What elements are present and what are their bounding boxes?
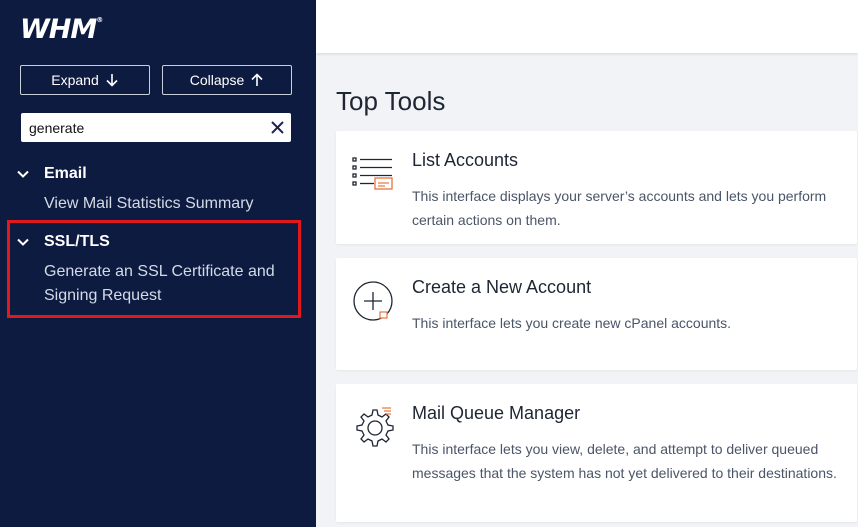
- tool-card-mail-queue-manager[interactable]: Mail Queue Manager This interface lets y…: [336, 384, 857, 522]
- arrow-down-icon: [106, 74, 118, 87]
- category-email[interactable]: Email: [16, 165, 87, 183]
- sidebar-search: [21, 113, 291, 142]
- search-input[interactable]: [21, 113, 263, 142]
- tool-description: This interface displays your server’s ac…: [412, 188, 827, 228]
- expand-button[interactable]: Expand: [20, 65, 150, 95]
- close-icon: [270, 121, 284, 134]
- nav-link-view-mail-statistics-summary[interactable]: View Mail Statistics Summary: [44, 192, 254, 216]
- create-account-icon: [353, 281, 393, 321]
- arrow-up-icon: [251, 73, 263, 86]
- nav-link-generate-ssl-certificate[interactable]: Generate an SSL Certificate and Signing …: [44, 260, 294, 308]
- tool-title: Mail Queue Manager: [412, 403, 581, 423]
- tool-card-list-accounts[interactable]: List Accounts This interface displays yo…: [336, 131, 857, 244]
- chevron-down-icon: [17, 238, 29, 246]
- tool-description: This interface lets you view, delete, an…: [412, 441, 837, 481]
- whm-logo[interactable]: WHM®: [20, 14, 103, 45]
- chevron-down-icon: [17, 170, 29, 178]
- tool-title: List Accounts: [412, 150, 519, 170]
- top-bar: [316, 0, 858, 53]
- tool-title: Create a New Account: [412, 277, 592, 297]
- mail-queue-gear-icon: [356, 407, 394, 447]
- tool-description: This interface lets you create new cPane…: [412, 315, 732, 331]
- list-accounts-icon: [352, 157, 393, 190]
- collapse-button[interactable]: Collapse: [162, 65, 292, 95]
- clear-search-button[interactable]: [263, 114, 291, 142]
- sidebar: WHM® Expand Collapse Email View Mail Sta…: [0, 0, 316, 527]
- page-title: Top Tools: [336, 86, 446, 116]
- tool-card-create-new-account[interactable]: Create a New Account This interface lets…: [336, 258, 857, 370]
- category-ssl-tls[interactable]: SSL/TLS: [16, 233, 110, 251]
